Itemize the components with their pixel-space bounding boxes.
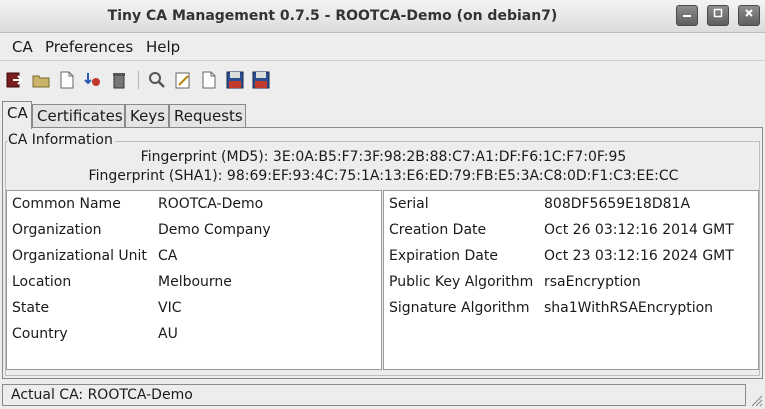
export-crl-icon xyxy=(252,71,270,89)
export-crl-button[interactable] xyxy=(250,69,272,91)
location-value: Melbourne xyxy=(158,274,232,290)
location-label: Location xyxy=(12,274,72,290)
export-button[interactable] xyxy=(224,69,246,91)
ca-info-title: CA Information xyxy=(8,132,115,148)
delete-ca-icon xyxy=(113,73,125,89)
view-button[interactable] xyxy=(146,69,168,91)
minimize-button[interactable] xyxy=(676,5,698,26)
status-bar: Actual CA: ROOTCA-Demo xyxy=(2,384,746,406)
close-icon xyxy=(745,9,753,17)
ca-panel: CA Information Fingerprint (MD5): 3E:0A:… xyxy=(2,127,763,379)
close-button[interactable] xyxy=(738,5,760,26)
serial-value: 808DF5659E18D81A xyxy=(544,196,691,212)
certificate-info-box: Serial 808DF5659E18D81A Creation Date Oc… xyxy=(383,190,759,370)
toolbar-separator xyxy=(138,71,139,89)
toolbar xyxy=(0,64,765,96)
menubar: CA Preferences Help xyxy=(0,33,765,61)
delete-ca-button[interactable] xyxy=(108,69,130,91)
public-key-algorithm-value: rsaEncryption xyxy=(544,274,641,290)
creation-date-value: Oct 26 03:12:16 2014 GMT xyxy=(544,222,734,238)
maximize-icon xyxy=(713,8,723,18)
resize-grip-icon xyxy=(751,395,763,407)
state-value: VIC xyxy=(158,300,182,316)
new-ca-button[interactable] xyxy=(56,69,78,91)
export-icon xyxy=(226,71,244,89)
fingerprint-md5: Fingerprint (MD5): 3E:0A:B5:F7:3F:98:2B:… xyxy=(140,149,627,165)
exit-icon xyxy=(6,72,24,88)
public-key-algorithm-label: Public Key Algorithm xyxy=(389,274,534,290)
import-ca-button[interactable] xyxy=(82,69,104,91)
country-value: AU xyxy=(158,326,178,342)
import-ca-icon xyxy=(84,73,100,86)
exit-button[interactable] xyxy=(4,69,26,91)
org-unit-label: Organizational Unit xyxy=(12,248,147,264)
tab-certificates[interactable]: Certificates xyxy=(32,104,125,129)
common-name-value: ROOTCA-Demo xyxy=(158,196,264,212)
edit-icon xyxy=(175,72,190,89)
window-titlebar[interactable]: Tiny CA Management 0.7.5 - ROOTCA-Demo (… xyxy=(0,0,765,33)
subject-info-box: Common Name ROOTCA-Demo Organization Dem… xyxy=(6,190,382,370)
expiration-date-label: Expiration Date xyxy=(389,248,498,264)
tab-ca[interactable]: CA xyxy=(2,101,32,129)
new-doc-button[interactable] xyxy=(198,69,220,91)
new-doc-icon xyxy=(202,71,216,89)
signature-algorithm-value: sha1WithRSAEncryption xyxy=(544,300,714,316)
minimize-icon xyxy=(683,15,691,17)
resize-grip[interactable] xyxy=(749,393,763,407)
magnifier-icon xyxy=(149,72,165,88)
expiration-date-value: Oct 23 03:12:16 2024 GMT xyxy=(544,248,734,264)
tab-keys[interactable]: Keys xyxy=(125,104,169,129)
state-label: State xyxy=(12,300,50,316)
status-text: Actual CA: ROOTCA-Demo xyxy=(11,387,193,403)
fingerprint-sha1: Fingerprint (SHA1): 98:69:EF:93:4C:75:1A… xyxy=(88,168,679,184)
common-name-label: Common Name xyxy=(12,196,121,212)
organization-value: Demo Company xyxy=(158,222,271,238)
open-ca-button[interactable] xyxy=(30,69,52,91)
creation-date-label: Creation Date xyxy=(389,222,487,238)
organization-label: Organization xyxy=(12,222,102,238)
maximize-button[interactable] xyxy=(707,5,729,26)
open-ca-icon xyxy=(32,75,50,88)
serial-label: Serial xyxy=(389,196,429,212)
menu-help[interactable]: Help xyxy=(146,38,180,56)
signature-algorithm-label: Signature Algorithm xyxy=(389,300,530,316)
org-unit-value: CA xyxy=(158,248,178,264)
tab-requests[interactable]: Requests xyxy=(169,104,246,129)
window-title: Tiny CA Management 0.7.5 - ROOTCA-Demo (… xyxy=(107,8,558,24)
new-ca-icon xyxy=(60,71,74,89)
country-label: Country xyxy=(12,326,68,342)
edit-button[interactable] xyxy=(172,69,194,91)
menu-preferences[interactable]: Preferences xyxy=(45,38,133,56)
menu-ca[interactable]: CA xyxy=(12,38,33,56)
